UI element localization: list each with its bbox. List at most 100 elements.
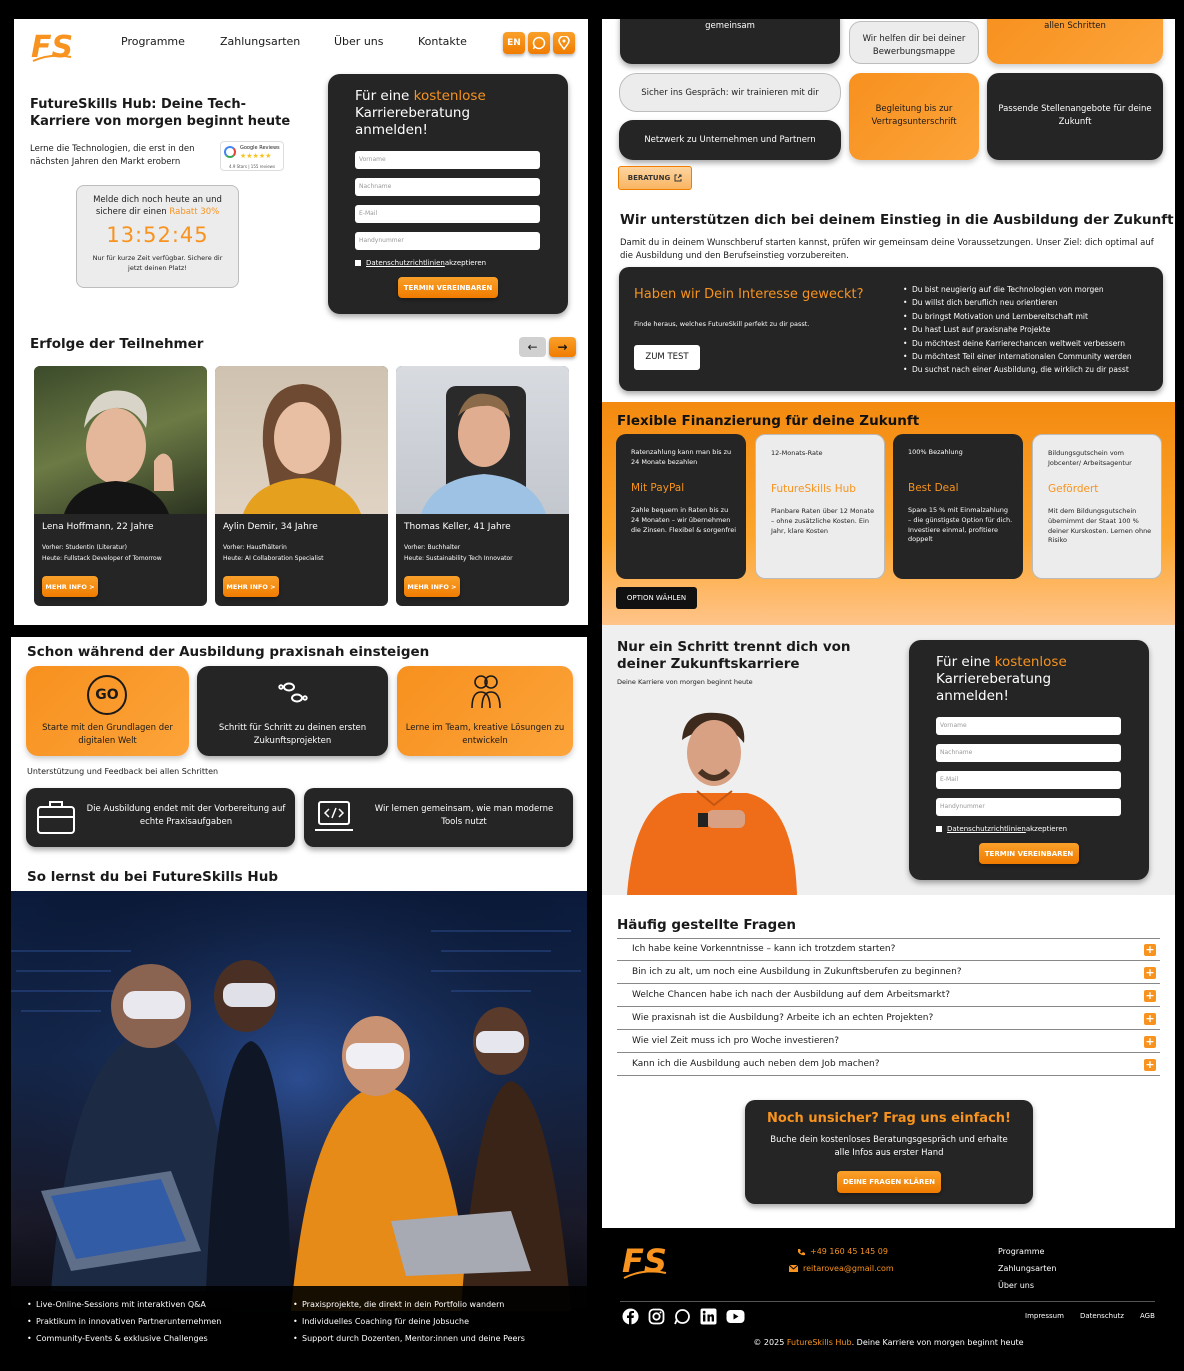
whatsapp-icon[interactable] xyxy=(674,1308,691,1325)
support-box: Wir helfen dir bei deiner Bewerbungsmapp… xyxy=(849,21,979,64)
form-title-rest: Karriereberatung anmelden! xyxy=(936,671,1052,704)
faq-item[interactable]: Bin ich zu alt, um noch eine Ausbildung … xyxy=(617,962,1160,984)
privacy-link[interactable]: Datenschutzrichtlinien xyxy=(947,825,1026,833)
plus-icon[interactable]: + xyxy=(1144,1036,1156,1048)
testimonial-name: Lena Hoffmann, 22 Jahre xyxy=(42,522,154,532)
finance-section: Flexible Finanzierung für deine Zukunft … xyxy=(602,402,1175,625)
carousel-prev-button[interactable]: ← xyxy=(519,337,546,357)
location-pin-icon[interactable] xyxy=(553,32,575,54)
take-test-button[interactable]: ZUM TEST xyxy=(634,345,700,370)
footer-datenschutz[interactable]: Datenschutz xyxy=(1080,1312,1124,1320)
google-reviews-badge[interactable]: Google Reviews ★★★★★ 4.9 Stars | 155 rev… xyxy=(220,141,284,171)
faq-title: Häufig gestellte Fragen xyxy=(617,917,796,933)
copyright: © 2025 FutureSkills Hub. Deine Karriere … xyxy=(602,1338,1175,1347)
team-icon xyxy=(471,675,501,709)
learn-list-left: Live-Online-Sessions mit interaktiven Q&… xyxy=(27,1296,221,1347)
plus-icon[interactable]: + xyxy=(1144,990,1156,1002)
email-input[interactable]: E-Mail xyxy=(355,205,540,223)
plus-icon[interactable]: + xyxy=(1144,944,1156,956)
nav-zahlungsarten[interactable]: Zahlungsarten xyxy=(220,35,300,48)
faq-item[interactable]: Ich habe keine Vorkenntnisse – kann ich … xyxy=(617,939,1160,961)
plus-icon[interactable]: + xyxy=(1144,1059,1156,1071)
footer-logo[interactable]: FS xyxy=(622,1240,670,1282)
last-name-input[interactable]: Nachname xyxy=(936,744,1121,762)
testimonial-now: Heute: Sustainability Tech Innovator xyxy=(404,555,513,562)
ask-title: Noch unsicher? Frag uns einfach! xyxy=(767,1111,1011,1126)
footer-link-ueber-uns[interactable]: Über uns xyxy=(998,1281,1034,1290)
language-button[interactable]: EN xyxy=(503,32,525,54)
cta-section: Nur ein Schritt trennt dich von deiner Z… xyxy=(602,625,1175,895)
clarify-questions-button[interactable]: DEINE FRAGEN KLÄREN xyxy=(837,1171,941,1193)
finance-card[interactable]: Bildungsgutschein vom Jobcenter/ Arbeits… xyxy=(1032,434,1162,579)
interest-bullet: Du bringst Motivation und Lernbereitscha… xyxy=(903,310,1132,324)
finance-card-head: Mit PayPal xyxy=(631,482,685,494)
finance-card-top: Bildungsgutschein vom Jobcenter/ Arbeits… xyxy=(1048,449,1132,467)
faq-item[interactable]: Wie viel Zeit muss ich pro Woche investi… xyxy=(617,1031,1160,1053)
more-info-button[interactable]: MEHR INFO > xyxy=(404,576,460,597)
support-box: Begleitung bis zur Vertragsunterschrift xyxy=(849,73,979,160)
interest-bullet: Du willst dich beruflich neu orientieren xyxy=(903,296,1132,310)
svg-text:FS: FS xyxy=(622,1242,667,1280)
faq-item[interactable]: Welche Chancen habe ich nach der Ausbild… xyxy=(617,985,1160,1007)
faq-question: Wie praxisnah ist die Ausbildung? Arbeit… xyxy=(632,1013,934,1023)
faq-question: Welche Chancen habe ich nach der Ausbild… xyxy=(632,990,951,1000)
nav-programme[interactable]: Programme xyxy=(121,35,185,48)
finance-card[interactable]: Ratenzahlung kann man bis zu 24 Monate b… xyxy=(616,434,746,579)
email-input[interactable]: E-Mail xyxy=(936,771,1121,789)
form-title-highlight: kostenlose xyxy=(994,654,1067,670)
privacy-link[interactable]: Datenschutzrichtlinien xyxy=(366,259,445,267)
footer-link-programme[interactable]: Programme xyxy=(998,1247,1044,1256)
nav-ueber-uns[interactable]: Über uns xyxy=(334,35,384,48)
more-info-button[interactable]: MEHR INFO > xyxy=(42,576,98,597)
learn-title: So lernst du bei FutureSkills Hub xyxy=(27,869,278,885)
facebook-icon[interactable] xyxy=(622,1308,639,1325)
man-photo xyxy=(622,705,802,895)
book-appointment-button[interactable]: TERMIN VEREINBAREN xyxy=(979,843,1079,864)
praxis-card: Lerne im Team, kreative Lösungen zu entw… xyxy=(397,666,573,756)
learn-list-right: Praxisprojekte, die direkt in dein Portf… xyxy=(293,1296,525,1347)
testimonial-photo xyxy=(34,366,207,514)
book-appointment-button[interactable]: TERMIN VEREINBAREN xyxy=(398,277,498,298)
support-box: Passende Stellenangebote für deine Zukun… xyxy=(987,73,1163,160)
panel-hero: FS Programme Zahlungsarten Über uns Kont… xyxy=(14,19,588,625)
praxis-card: Die Ausbildung endet mit der Vorbereitun… xyxy=(26,788,295,847)
plus-icon[interactable]: + xyxy=(1144,967,1156,979)
footer-agb[interactable]: AGB xyxy=(1140,1312,1155,1320)
phone-number: +49 160 45 145 09 xyxy=(810,1247,888,1256)
nav-kontakte[interactable]: Kontakte xyxy=(418,35,467,48)
panel-praxis-learning: Schon während der Ausbildung praxisnah e… xyxy=(11,637,587,1360)
instagram-icon[interactable] xyxy=(648,1308,665,1325)
faq-item[interactable]: Wie praxisnah ist die Ausbildung? Arbeit… xyxy=(617,1008,1160,1030)
copyright-brand: FutureSkills Hub xyxy=(786,1338,852,1347)
phone-input[interactable]: Handynummer xyxy=(936,798,1121,816)
faq-question: Kann ich die Ausbildung auch neben dem J… xyxy=(632,1059,880,1069)
finance-card[interactable]: 12-Monats-Rate FutureSkills Hub Planbare… xyxy=(755,434,885,579)
phone-icon xyxy=(798,1248,805,1255)
plus-icon[interactable]: + xyxy=(1144,1013,1156,1025)
last-name-input[interactable]: Nachname xyxy=(355,178,540,196)
logo[interactable]: FS xyxy=(31,27,75,65)
form-title: Für eine xyxy=(355,88,414,104)
privacy-checkbox[interactable] xyxy=(936,826,942,832)
footer-impressum[interactable]: Impressum xyxy=(1025,1312,1064,1320)
rating-stars: ★★★★★ xyxy=(240,152,272,160)
promo-note: Nur für kurze Zeit verfügbar. Sichere di… xyxy=(92,254,223,272)
finance-card[interactable]: 100% Bezahlung Best Deal Spare 15 % mit … xyxy=(893,434,1023,579)
youtube-icon[interactable] xyxy=(726,1308,745,1325)
carousel-next-button[interactable]: → xyxy=(549,337,576,357)
consulting-button[interactable]: BERATUNG xyxy=(618,166,692,190)
more-info-button[interactable]: MEHR INFO > xyxy=(223,576,279,597)
learn-item: Live-Online-Sessions mit interaktiven Q&… xyxy=(27,1296,221,1313)
whatsapp-icon[interactable] xyxy=(528,32,550,54)
choose-option-button[interactable]: OPTION WÄHLEN xyxy=(616,587,697,609)
first-name-input[interactable]: Vorname xyxy=(936,717,1121,735)
footer-phone[interactable]: +49 160 45 145 09 xyxy=(797,1247,888,1256)
learn-item: Support durch Dozenten, Mentor:innen und… xyxy=(293,1330,525,1347)
first-name-input[interactable]: Vorname xyxy=(355,151,540,169)
linkedin-icon[interactable] xyxy=(700,1308,717,1325)
faq-item[interactable]: Kann ich die Ausbildung auch neben dem J… xyxy=(617,1054,1160,1076)
phone-input[interactable]: Handynummer xyxy=(355,232,540,250)
footer-link-zahlungsarten[interactable]: Zahlungsarten xyxy=(998,1264,1056,1273)
privacy-checkbox[interactable] xyxy=(355,260,361,266)
footer-email[interactable]: reitarovea@gmail.com xyxy=(789,1264,894,1273)
